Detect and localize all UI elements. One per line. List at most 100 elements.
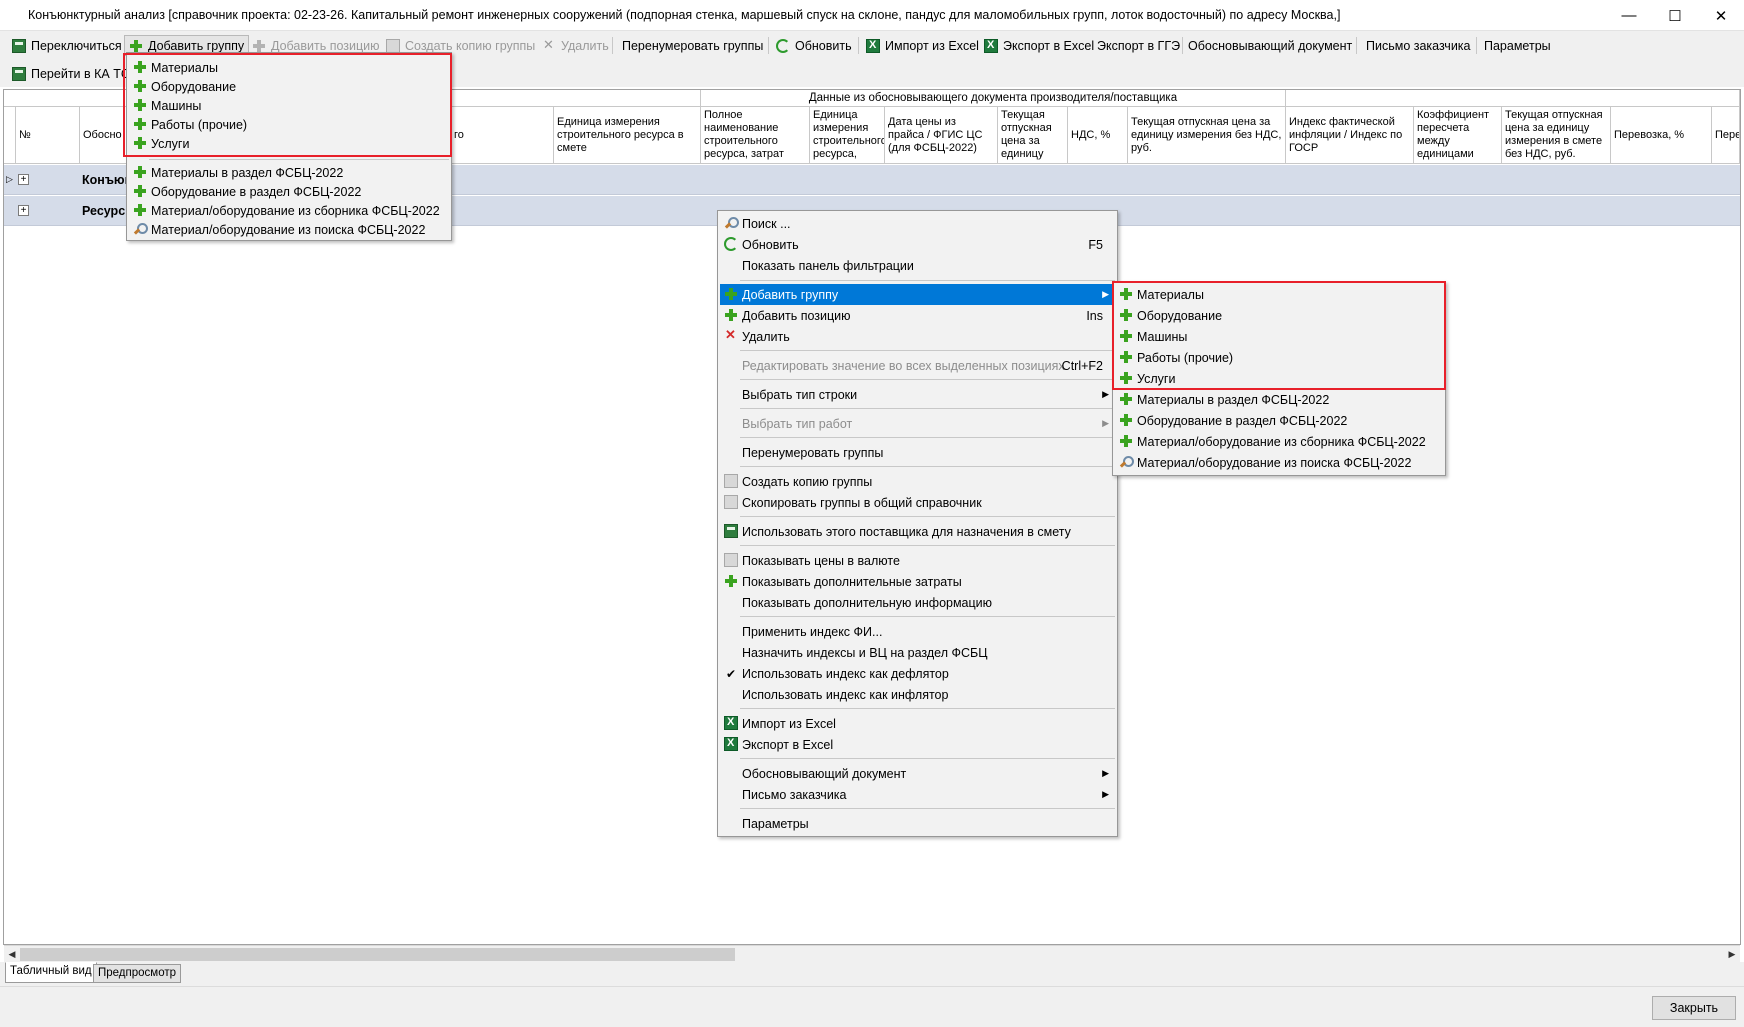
shortcut-label: Ctrl+F2 [1061, 358, 1103, 373]
menu-item-import-excel[interactable]: Импорт из Excel [720, 713, 1115, 734]
copy-icon [724, 474, 738, 488]
plus-icon [1119, 413, 1133, 427]
currency-icon [724, 553, 738, 567]
scroll-right-arrow-icon[interactable]: ▶ [1724, 946, 1740, 963]
menu-item-use-supplier[interactable]: Использовать этого поставщика для назнач… [720, 521, 1115, 542]
menu-item-search[interactable]: Поиск ... [720, 213, 1115, 234]
scroll-left-arrow-icon[interactable]: ◀ [4, 946, 20, 963]
header-coefficient[interactable]: Коэффициент пересчета между единицами [1414, 107, 1502, 164]
menu-separator [740, 350, 1115, 351]
header-num[interactable]: № [16, 107, 80, 164]
menu-item-index-deflator[interactable]: ✔ Использовать индекс как дефлятор [720, 663, 1115, 684]
export-gge-button[interactable]: Экспорт в ГГЭ [1093, 35, 1184, 56]
export-gge-label: Экспорт в ГГЭ [1097, 38, 1181, 53]
menu-separator [740, 280, 1115, 281]
refresh-icon [724, 237, 738, 251]
menu-separator [740, 516, 1115, 517]
header-current-price[interactable]: Текущая отпускная цена за единицу [998, 107, 1068, 164]
basis-document-button[interactable]: Обосновывающий документ [1184, 35, 1356, 56]
header-transport[interactable]: Перевозка, % [1611, 107, 1712, 164]
delete-button[interactable]: Удалить [538, 35, 613, 56]
close-window-button[interactable]: ✕ [1698, 0, 1744, 31]
header-estimate-price[interactable]: Текущая отпускная цена за единицу измере… [1502, 107, 1611, 164]
refresh-button[interactable]: Обновить [772, 35, 856, 56]
menu-item-filter-panel[interactable]: Показать панель фильтрации [720, 255, 1115, 276]
menu-item-renumber[interactable]: Перенумеровать группы [720, 442, 1115, 463]
menu-item-add-group[interactable]: Добавить группу ▶ [720, 284, 1115, 305]
menu-item-create-copy[interactable]: Создать копию группы [720, 471, 1115, 492]
menu-item-show-extra-info[interactable]: Показывать дополнительную информацию [720, 592, 1115, 613]
goto-ka-button[interactable]: Перейти в КА ТС [8, 63, 134, 84]
import-excel-button[interactable]: Импорт из Excel [862, 35, 983, 56]
menu-item-materials-fsbc[interactable]: Материалы в раздел ФСБЦ-2022 [129, 162, 449, 183]
submenu-item-from-search[interactable]: Материал/оборудование из поиска ФСБЦ-202… [1115, 452, 1443, 473]
scrollbar-thumb[interactable] [20, 948, 735, 961]
menu-separator [740, 808, 1115, 809]
plus-icon [724, 287, 738, 301]
create-copy-label: Создать копию группы [405, 38, 536, 53]
toolbar-separator [1476, 37, 1477, 54]
menu-item-equipment-fsbc[interactable]: Оборудование в раздел ФСБЦ-2022 [129, 181, 449, 202]
footer: Закрыть [0, 986, 1744, 1027]
menu-item-label: Удалить [742, 329, 790, 344]
menu-item-copy-to-common[interactable]: Скопировать группы в общий справочник [720, 492, 1115, 513]
toolbar-separator [858, 37, 859, 54]
goto-ka-label: Перейти в КА ТС [31, 66, 130, 81]
submenu-item-materials-fsbc[interactable]: Материалы в раздел ФСБЦ-2022 [1115, 389, 1443, 410]
minimize-button[interactable]: — [1606, 0, 1652, 31]
menu-item-apply-index[interactable]: Применить индекс ФИ... [720, 621, 1115, 642]
parameters-button[interactable]: Параметры [1480, 35, 1555, 56]
menu-item-show-extra-costs[interactable]: Показывать дополнительные затраты [720, 571, 1115, 592]
export-excel-button[interactable]: Экспорт в Excel [980, 35, 1098, 56]
menu-item-show-currency[interactable]: Показывать цены в валюте [720, 550, 1115, 571]
search-icon [133, 222, 148, 236]
customer-letter-button[interactable]: Письмо заказчика [1362, 35, 1475, 56]
submenu-item-equipment-fsbc[interactable]: Оборудование в раздел ФСБЦ-2022 [1115, 410, 1443, 431]
submenu-item-from-collection[interactable]: Материал/оборудование из сборника ФСБЦ-2… [1115, 431, 1443, 452]
menu-item-edit-all[interactable]: Редактировать значение во всех выделенны… [720, 355, 1115, 376]
menu-item-work-type[interactable]: Выбрать тип работ ▶ [720, 413, 1115, 434]
header-more[interactable]: Пере [1712, 107, 1740, 164]
header-unit2[interactable]: Единица измерения строительного ресурса, [810, 107, 885, 164]
switch-label: Переключиться [31, 38, 122, 53]
header-unit[interactable]: Единица измерения строительного ресурса … [554, 107, 701, 164]
switch-button[interactable]: Переключиться [8, 35, 126, 56]
menu-item-refresh[interactable]: Обновить F5 [720, 234, 1115, 255]
menu-item-parameters[interactable]: Параметры [720, 813, 1115, 834]
menu-item-delete[interactable]: Удалить [720, 326, 1115, 347]
menu-item-label: Обновить [742, 237, 799, 252]
menu-item-label: Письмо заказчика [742, 787, 847, 802]
header-full-name[interactable]: Полное наименование строительного ресурс… [701, 107, 810, 164]
menu-item-label: Использовать этого поставщика для назнач… [742, 524, 1071, 539]
tab-table-view[interactable]: Табличный вид [5, 962, 97, 983]
menu-item-from-search[interactable]: Материал/оборудование из поиска ФСБЦ-202… [129, 219, 449, 240]
search-icon [1119, 455, 1134, 469]
header-row-indicator [4, 107, 16, 164]
menu-item-basis-doc[interactable]: Обосновывающий документ ▶ [720, 763, 1115, 784]
menu-item-label: Редактировать значение во всех выделенны… [742, 358, 1065, 373]
menu-item-label: Перенумеровать группы [742, 445, 884, 460]
menu-item-add-position[interactable]: Добавить позицию Ins [720, 305, 1115, 326]
header-vat[interactable]: НДС, % [1068, 107, 1128, 164]
menu-item-customer-letter[interactable]: Письмо заказчика ▶ [720, 784, 1115, 805]
menu-item-label: Добавить позицию [742, 308, 851, 323]
menu-item-export-excel[interactable]: Экспорт в Excel [720, 734, 1115, 755]
tab-preview[interactable]: Предпросмотр [93, 964, 181, 983]
menu-item-from-collection[interactable]: Материал/оборудование из сборника ФСБЦ-2… [129, 200, 449, 221]
menu-item-assign-index[interactable]: Назначить индексы и ВЦ на раздел ФСБЦ [720, 642, 1115, 663]
plus-icon [129, 39, 143, 53]
header-price-date[interactable]: Дата цены из прайса / ФГИС ЦС (для ФСБЦ-… [885, 107, 998, 164]
expand-row-button[interactable]: + [18, 205, 29, 216]
expand-row-button[interactable]: + [18, 174, 29, 185]
header-price-no-vat[interactable]: Текущая отпускная цена за единицу измере… [1128, 107, 1286, 164]
horizontal-scrollbar[interactable]: ◀ ▶ [4, 945, 1740, 962]
renumber-groups-button[interactable]: Перенумеровать группы [618, 35, 767, 56]
close-button[interactable]: Закрыть [1652, 996, 1736, 1020]
highlight-box [123, 53, 452, 157]
menu-item-label: Материал/оборудование из сборника ФСБЦ-2… [1137, 434, 1426, 449]
view-tabs: Табличный вид Предпросмотр [0, 962, 1744, 986]
header-inflation-index[interactable]: Индекс фактической инфляции / Индекс по … [1286, 107, 1414, 164]
menu-item-row-type[interactable]: Выбрать тип строки ▶ [720, 384, 1115, 405]
maximize-button[interactable]: ☐ [1652, 0, 1698, 31]
menu-item-index-inflator[interactable]: Использовать индекс как инфлятор [720, 684, 1115, 705]
